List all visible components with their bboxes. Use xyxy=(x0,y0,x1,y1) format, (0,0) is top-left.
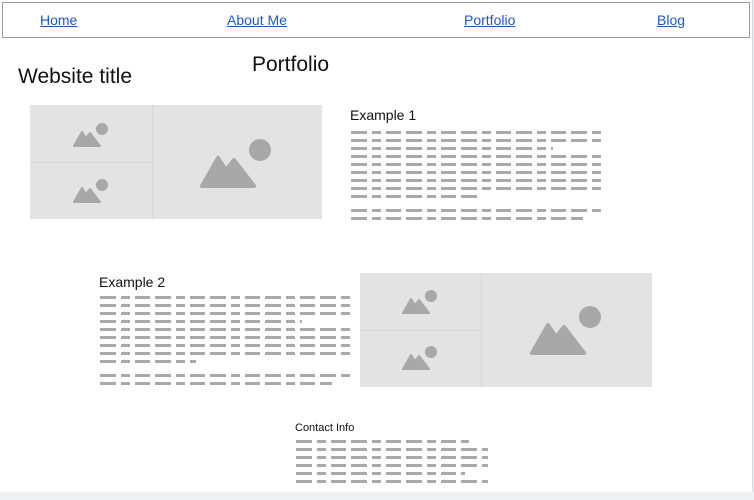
image-placeholder-icon xyxy=(402,346,437,370)
image-placeholder-icon xyxy=(73,123,108,147)
tile-divider xyxy=(30,162,152,163)
image-placeholder-icon xyxy=(530,306,601,355)
website-title: Website title xyxy=(18,65,132,88)
nav-home-link[interactable]: Home xyxy=(40,12,77,28)
example-2-title: Example 2 xyxy=(99,274,166,290)
example-2-description xyxy=(100,296,352,390)
image-placeholder-icon xyxy=(73,179,108,203)
image-placeholder-icon xyxy=(200,139,271,188)
nav-about-me-link[interactable]: About Me xyxy=(227,12,287,28)
example-1-title: Example 1 xyxy=(350,107,417,123)
top-nav: Home About Me Portfolio Blog xyxy=(2,2,750,38)
page-title: Portfolio xyxy=(252,53,330,76)
image-placeholder-icon xyxy=(402,290,437,314)
page: Home About Me Portfolio Blog Website tit… xyxy=(0,0,753,492)
example-1-description xyxy=(351,131,603,225)
nav-portfolio-link[interactable]: Portfolio xyxy=(464,12,515,28)
contact-info-title: Contact Info xyxy=(295,422,355,434)
tile-divider xyxy=(360,330,481,331)
contact-info-text xyxy=(296,440,488,488)
nav-blog-link[interactable]: Blog xyxy=(657,12,685,28)
